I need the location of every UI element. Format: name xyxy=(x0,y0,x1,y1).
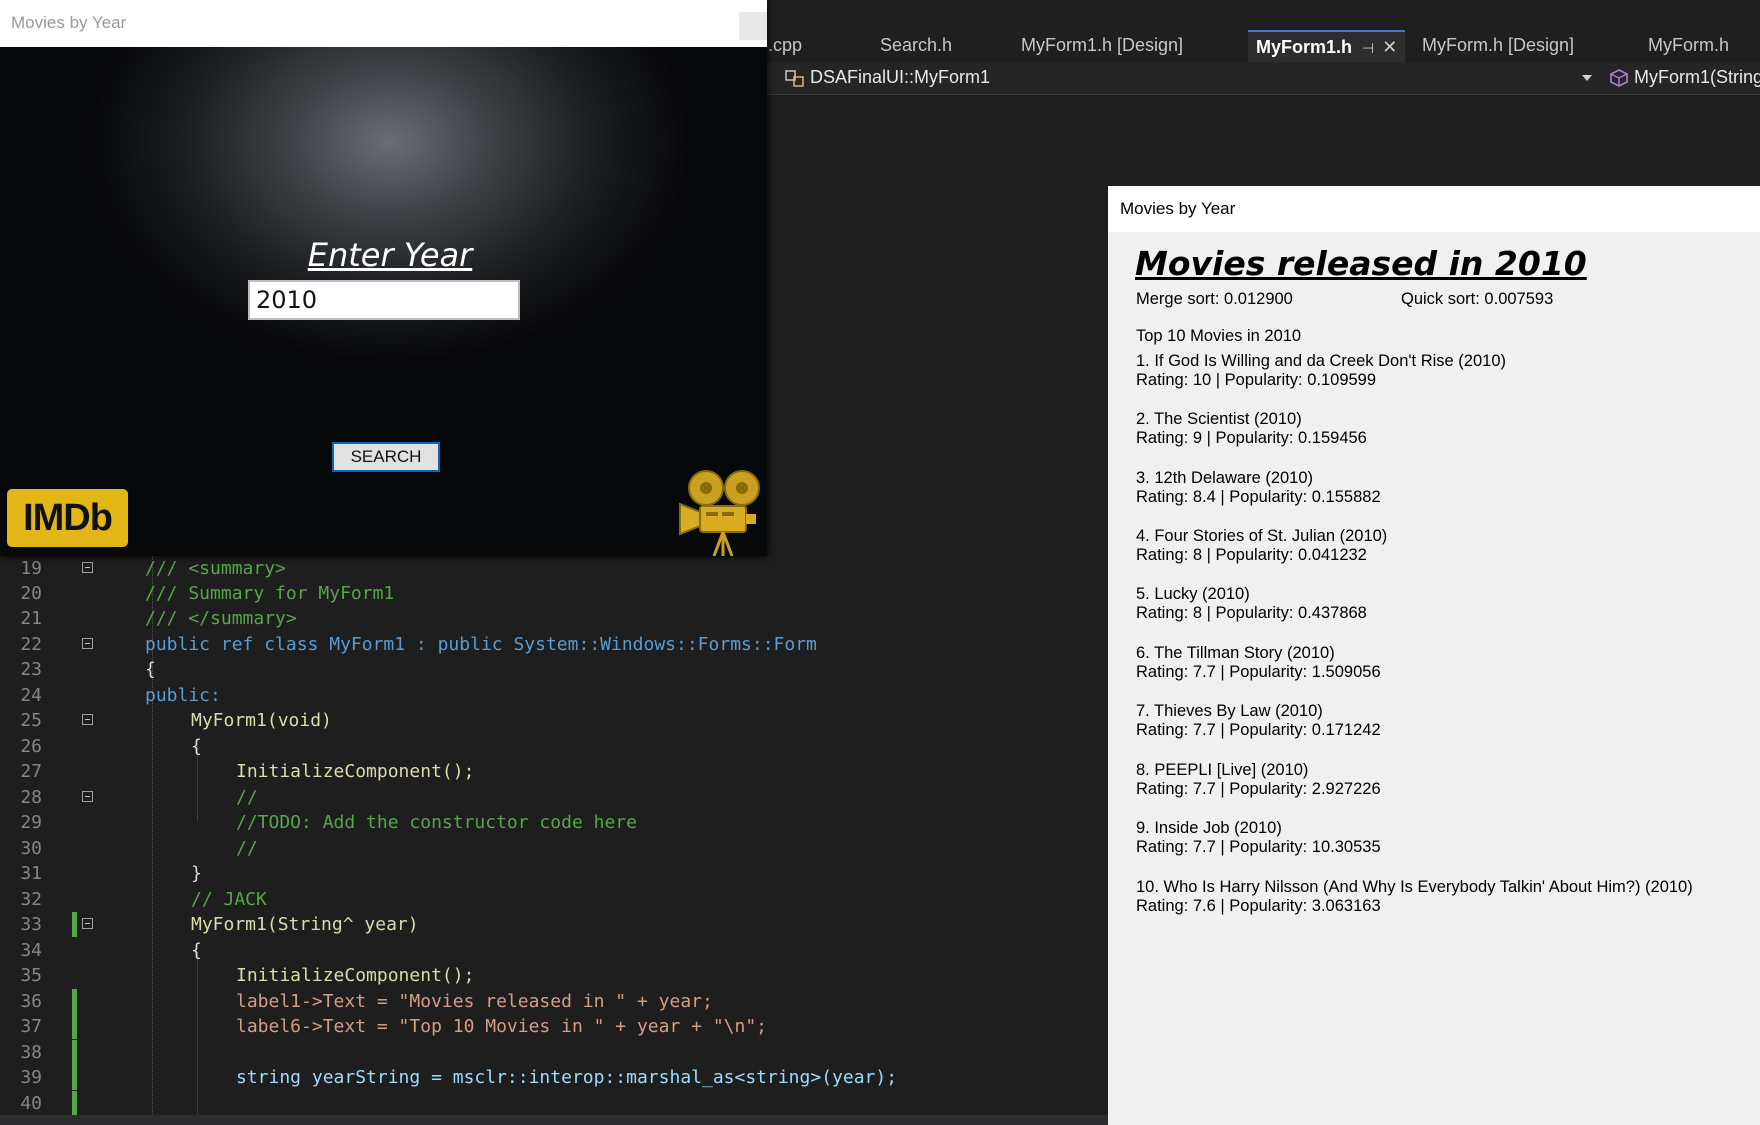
movie-camera-icon xyxy=(679,470,760,556)
code-line: 40 xyxy=(0,1091,1108,1116)
movie-stats: Rating: 9 | Popularity: 0.159456 xyxy=(1136,429,1367,447)
class-scope-icon xyxy=(785,70,804,87)
movie-stats: Rating: 10 | Popularity: 0.109599 xyxy=(1136,371,1377,389)
movie-title: 9. Inside Job (2010) xyxy=(1136,819,1282,837)
movie-title: 8. PEEPLI [Live] (2010) xyxy=(1136,761,1309,779)
tab-label: Search.h xyxy=(880,35,953,55)
movie-stats: Rating: 7.7 | Popularity: 2.927226 xyxy=(1136,780,1381,798)
code-line: 35 InitializeComponent(); xyxy=(20,965,475,986)
code-line: 36 label1->Text = "Movies released in " +… xyxy=(20,989,713,1014)
code-editor[interactable]: 19/// <summary> 20/// Summary for MyForm… xyxy=(0,556,1108,1116)
merge-sort-time: Merge sort: 0.012900 xyxy=(1136,290,1293,308)
movie-stats: Rating: 7.7 | Popularity: 1.509056 xyxy=(1136,663,1381,681)
code-line: 30// xyxy=(20,838,258,859)
tab-myform-h[interactable]: MyForm.h xyxy=(1640,30,1737,60)
movie-stats: Rating: 8.4 | Popularity: 0.155882 xyxy=(1136,488,1381,506)
movie-title: 5. Lucky (2010) xyxy=(1136,585,1250,603)
tab-myform-design[interactable]: MyForm.h [Design] xyxy=(1414,30,1582,60)
tab-myform1-h[interactable]: MyForm1.h ⊣ ✕ xyxy=(1248,30,1406,62)
tab-label: MyForm1.h xyxy=(1256,37,1353,57)
code-line: 38 xyxy=(0,1040,1108,1065)
code-line: 37 label6->Text = "Top 10 Movies in " + y… xyxy=(20,1014,768,1039)
code-line: 26{ xyxy=(20,736,202,757)
window-title: Movies by Year xyxy=(11,13,127,32)
window-titlebar[interactable]: Movies by Year xyxy=(1108,186,1760,232)
movie-title: 7. Thieves By Law (2010) xyxy=(1136,702,1323,720)
movie-title: 1. If God Is Willing and da Creek Don't … xyxy=(1136,352,1506,370)
year-input[interactable] xyxy=(248,280,520,320)
movie-title: 3. 12th Delaware (2010) xyxy=(1136,469,1314,487)
movie-stats: Rating: 7.7 | Popularity: 0.171242 xyxy=(1136,721,1381,739)
code-line: 34{ xyxy=(20,940,202,961)
window-title: Movies by Year xyxy=(1120,199,1236,218)
close-window-button[interactable] xyxy=(739,12,767,40)
collapse-icon[interactable] xyxy=(82,918,93,929)
collapse-icon[interactable] xyxy=(82,791,93,802)
movie-stats: Rating: 7.6 | Popularity: 3.063163 xyxy=(1136,897,1381,915)
results-window: Movies by Year Movies released in 2010 M… xyxy=(1108,186,1760,1125)
code-line: 31} xyxy=(20,863,202,884)
tab-label: MyForm1.h [Design] xyxy=(1021,35,1184,55)
movie-title: 2. The Scientist (2010) xyxy=(1136,410,1302,428)
movie-title: 4. Four Stories of St. Julian (2010) xyxy=(1136,527,1388,545)
collapse-icon[interactable] xyxy=(82,714,93,725)
chevron-down-icon[interactable] xyxy=(1581,74,1593,82)
results-heading: Movies released in 2010 xyxy=(1135,244,1587,283)
collapse-icon[interactable] xyxy=(82,638,93,649)
scope-dropdown[interactable]: DSAFinalUI::MyForm1 xyxy=(810,67,990,88)
tab-cpp[interactable]: .cpp xyxy=(760,30,810,60)
change-marker xyxy=(72,1040,77,1065)
movie-title: 10. Who Is Harry Nilsson (And Why Is Eve… xyxy=(1136,878,1693,896)
code-line: 19/// <summary> xyxy=(20,558,286,579)
movie-title: 6. The Tillman Story (2010) xyxy=(1136,644,1335,662)
tab-label: MyForm.h xyxy=(1648,35,1729,55)
code-line: 25 MyForm1(void) xyxy=(20,710,332,731)
tab-myform1-design[interactable]: MyForm1.h [Design] xyxy=(1013,30,1191,60)
change-marker xyxy=(72,912,77,937)
collapse-icon[interactable] xyxy=(82,562,93,573)
code-line: 29//TODO: Add the constructor code here xyxy=(20,812,637,833)
tab-label: .cpp xyxy=(768,35,803,55)
top10-title: Top 10 Movies in 2010 xyxy=(1136,327,1302,345)
code-line: 39 string yearString = msclr::interop::ma… xyxy=(20,1065,898,1090)
imdb-logo: IMDb xyxy=(7,489,128,547)
enter-year-label: Enter Year xyxy=(307,236,473,274)
close-tab-icon[interactable]: ✕ xyxy=(1382,37,1397,57)
code-line: 27 InitializeComponent(); xyxy=(20,761,475,782)
pin-icon[interactable]: ⊣ xyxy=(1362,40,1374,56)
tab-label: MyForm.h [Design] xyxy=(1422,35,1575,55)
movie-stats: Rating: 7.7 | Popularity: 10.30535 xyxy=(1136,838,1381,856)
code-line: 32// JACK xyxy=(20,889,267,910)
code-line: 23{ xyxy=(20,659,156,680)
change-marker xyxy=(72,989,77,1014)
movie-stats: Rating: 8 | Popularity: 0.041232 xyxy=(1136,546,1367,564)
method-cube-icon xyxy=(1610,69,1628,87)
tab-search-h[interactable]: Search.h xyxy=(872,30,960,60)
status-bar xyxy=(0,1115,1108,1125)
member-dropdown[interactable]: MyForm1(String xyxy=(1634,67,1760,88)
search-window: Movies by Year Enter Year SEARCH IMDb xyxy=(0,0,767,556)
code-line: 24 public: xyxy=(20,685,221,706)
window-titlebar[interactable]: Movies by Year xyxy=(0,0,767,47)
movie-stats: Rating: 8 | Popularity: 0.437868 xyxy=(1136,604,1367,622)
search-button[interactable]: SEARCH xyxy=(332,442,440,472)
code-line: 21/// </summary> xyxy=(20,608,297,629)
change-marker xyxy=(72,1091,77,1116)
change-marker xyxy=(72,1014,77,1039)
change-marker xyxy=(72,1065,77,1090)
code-line: 20/// Summary for MyForm1 xyxy=(20,583,395,604)
code-line: 28// xyxy=(20,787,258,808)
code-line: 22 public ref class MyForm1 : public Syst… xyxy=(20,634,817,655)
code-line: 33 MyForm1(String^ year) xyxy=(20,912,419,937)
quick-sort-time: Quick sort: 0.007593 xyxy=(1401,290,1554,308)
